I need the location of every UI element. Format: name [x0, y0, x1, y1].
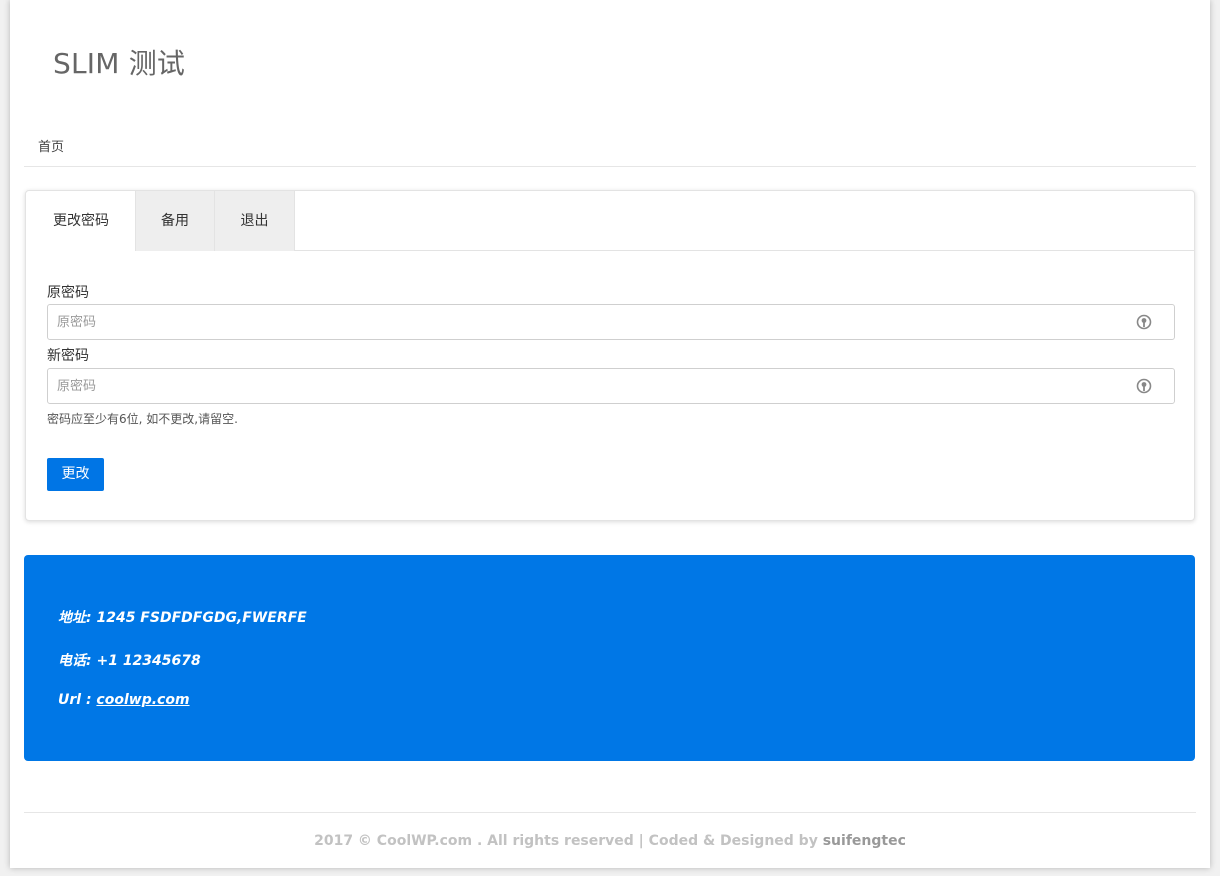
url-line: Url : coolwp.com: [58, 692, 190, 708]
copyright-bar: 2017 © CoolWP.com . All rights reserved …: [24, 812, 1196, 868]
phone-text: 电话: +1 12345678: [58, 653, 201, 669]
url-link[interactable]: coolwp.com: [96, 692, 189, 708]
main-nav: 首页: [24, 122, 1196, 167]
change-password-button[interactable]: 更改: [47, 458, 104, 491]
address-text: 地址: 1245 FSDFDFGDG,FWERFE: [58, 610, 307, 626]
old-password-wrapper: [47, 304, 1175, 340]
site-title: SLIM 测试: [53, 47, 186, 80]
new-password-input[interactable]: [48, 369, 1174, 403]
page-container: SLIM 测试 首页 更改密码 备用 退出 原密码 新密码 密码应至少有6位, …: [10, 0, 1210, 868]
settings-card: 更改密码 备用 退出 原密码 新密码 密码应至少有6位, 如不更改,请留空. 更…: [25, 190, 1195, 521]
copyright-text: 2017 © CoolWP.com . All rights reserved …: [314, 833, 823, 849]
tab-logout[interactable]: 退出: [214, 191, 295, 251]
new-password-label: 新密码: [47, 348, 89, 364]
key-icon[interactable]: [1136, 378, 1152, 394]
tab-change-password[interactable]: 更改密码: [26, 191, 136, 252]
nav-item-home[interactable]: 首页: [38, 136, 64, 155]
tab-backup[interactable]: 备用: [135, 191, 215, 251]
password-help-text: 密码应至少有6位, 如不更改,请留空.: [47, 412, 238, 426]
old-password-label: 原密码: [47, 285, 89, 301]
old-password-input[interactable]: [48, 305, 1174, 339]
url-label: Url :: [58, 692, 97, 708]
tab-bar: 更改密码 备用 退出: [26, 191, 1194, 252]
author-name: suifengtec: [822, 833, 906, 849]
key-icon[interactable]: [1136, 314, 1152, 330]
new-password-wrapper: [47, 368, 1175, 404]
contact-box: 地址: 1245 FSDFDFGDG,FWERFE 电话: +1 1234567…: [24, 555, 1195, 761]
